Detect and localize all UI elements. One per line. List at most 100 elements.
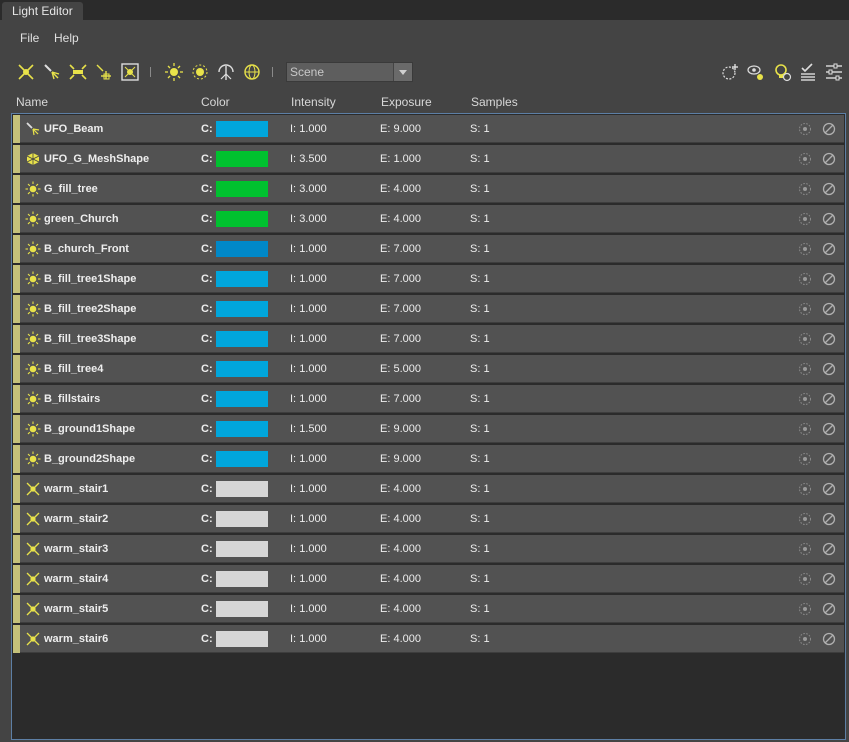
area-light-icon[interactable] bbox=[68, 62, 88, 82]
exposure-field[interactable]: E: 4.000 bbox=[380, 595, 421, 623]
mute-light-icon[interactable] bbox=[821, 391, 837, 407]
light-row[interactable]: UFO_Beam C: I: 1.000 E: 9.000 S: 1 bbox=[13, 115, 844, 143]
samples-field[interactable]: S: 1 bbox=[470, 505, 490, 533]
intensity-field[interactable]: I: 1.000 bbox=[290, 565, 327, 593]
mute-light-icon[interactable] bbox=[821, 541, 837, 557]
light-name[interactable]: B_fill_tree3Shape bbox=[44, 325, 136, 353]
mute-light-icon[interactable] bbox=[821, 601, 837, 617]
light-name[interactable]: B_fill_tree4 bbox=[44, 355, 103, 383]
intensity-field[interactable]: I: 3.000 bbox=[290, 175, 327, 203]
light-row[interactable]: B_fill_tree2Shape C: I: 1.000 E: 7.000 S: 1 bbox=[13, 295, 844, 323]
samples-field[interactable]: S: 1 bbox=[470, 205, 490, 233]
intensity-field[interactable]: I: 1.000 bbox=[290, 475, 327, 503]
samples-field[interactable]: S: 1 bbox=[470, 295, 490, 323]
isolate-light-icon[interactable] bbox=[797, 451, 813, 467]
row-enable-strip[interactable] bbox=[13, 535, 20, 563]
color-swatch[interactable] bbox=[216, 541, 268, 557]
column-intensity-header[interactable]: Intensity bbox=[291, 92, 336, 112]
isolate-light-icon[interactable] bbox=[797, 391, 813, 407]
mute-light-icon[interactable] bbox=[821, 481, 837, 497]
row-enable-strip[interactable] bbox=[13, 565, 20, 593]
light-row[interactable]: B_church_Front C: I: 1.000 E: 7.000 S: 1 bbox=[13, 235, 844, 263]
point-light-icon[interactable] bbox=[164, 62, 184, 82]
intensity-field[interactable]: I: 1.000 bbox=[290, 595, 327, 623]
light-name[interactable]: UFO_Beam bbox=[44, 115, 103, 143]
light-name[interactable]: B_ground2Shape bbox=[44, 445, 135, 473]
samples-field[interactable]: S: 1 bbox=[470, 385, 490, 413]
exposure-field[interactable]: E: 4.000 bbox=[380, 505, 421, 533]
intensity-field[interactable]: I: 1.000 bbox=[290, 295, 327, 323]
color-swatch[interactable] bbox=[216, 571, 268, 587]
isolate-light-icon[interactable] bbox=[797, 121, 813, 137]
row-enable-strip[interactable] bbox=[13, 355, 20, 383]
row-enable-strip[interactable] bbox=[13, 235, 20, 263]
color-swatch[interactable] bbox=[216, 421, 268, 437]
light-name[interactable]: G_fill_tree bbox=[44, 175, 98, 203]
color-swatch[interactable] bbox=[216, 391, 268, 407]
isolate-light-icon[interactable] bbox=[797, 361, 813, 377]
light-name[interactable]: warm_stair2 bbox=[44, 505, 108, 533]
directional-light-icon[interactable] bbox=[16, 62, 36, 82]
exposure-field[interactable]: E: 4.000 bbox=[380, 205, 421, 233]
light-name[interactable]: warm_stair3 bbox=[44, 535, 108, 563]
mute-light-icon[interactable] bbox=[821, 571, 837, 587]
row-enable-strip[interactable] bbox=[13, 625, 20, 653]
mute-light-icon[interactable] bbox=[821, 151, 837, 167]
row-enable-strip[interactable] bbox=[13, 145, 20, 173]
color-swatch[interactable] bbox=[216, 151, 268, 167]
exposure-field[interactable]: E: 9.000 bbox=[380, 115, 421, 143]
row-enable-strip[interactable] bbox=[13, 505, 20, 533]
spot-light-icon[interactable] bbox=[42, 62, 62, 82]
light-name[interactable]: B_fillstairs bbox=[44, 385, 100, 413]
mute-light-icon[interactable] bbox=[821, 511, 837, 527]
column-color-header[interactable]: Color bbox=[201, 92, 230, 112]
exposure-field[interactable]: E: 4.000 bbox=[380, 565, 421, 593]
light-row[interactable]: B_fillstairs C: I: 1.000 E: 7.000 S: 1 bbox=[13, 385, 844, 413]
intensity-field[interactable]: I: 1.000 bbox=[290, 445, 327, 473]
light-row[interactable]: green_Church C: I: 3.000 E: 4.000 S: 1 bbox=[13, 205, 844, 233]
volume-light-icon[interactable] bbox=[94, 62, 114, 82]
row-enable-strip[interactable] bbox=[13, 595, 20, 623]
samples-field[interactable]: S: 1 bbox=[470, 175, 490, 203]
light-name[interactable]: UFO_G_MeshShape bbox=[44, 145, 149, 173]
chevron-down-icon[interactable] bbox=[393, 63, 412, 81]
row-enable-strip[interactable] bbox=[13, 385, 20, 413]
color-swatch[interactable] bbox=[216, 121, 268, 137]
samples-field[interactable]: S: 1 bbox=[470, 415, 490, 443]
isolate-light-icon[interactable] bbox=[797, 241, 813, 257]
samples-field[interactable]: S: 1 bbox=[470, 325, 490, 353]
samples-field[interactable]: S: 1 bbox=[470, 475, 490, 503]
settings-list-icon[interactable] bbox=[824, 62, 844, 82]
light-row[interactable]: B_fill_tree4 C: I: 1.000 E: 5.000 S: 1 bbox=[13, 355, 844, 383]
exposure-field[interactable]: E: 4.000 bbox=[380, 625, 421, 653]
color-swatch[interactable] bbox=[216, 241, 268, 257]
samples-field[interactable]: S: 1 bbox=[470, 565, 490, 593]
exposure-field[interactable]: E: 9.000 bbox=[380, 415, 421, 443]
light-row[interactable]: warm_stair5 C: I: 1.000 E: 4.000 S: 1 bbox=[13, 595, 844, 623]
column-name-header[interactable]: Name bbox=[16, 92, 48, 112]
intensity-field[interactable]: I: 1.000 bbox=[290, 355, 327, 383]
mute-light-icon[interactable] bbox=[821, 181, 837, 197]
scope-dropdown[interactable]: Scene bbox=[286, 62, 413, 82]
exposure-field[interactable]: E: 7.000 bbox=[380, 295, 421, 323]
row-enable-strip[interactable] bbox=[13, 325, 20, 353]
intensity-field[interactable]: I: 3.000 bbox=[290, 205, 327, 233]
row-enable-strip[interactable] bbox=[13, 415, 20, 443]
samples-field[interactable]: S: 1 bbox=[470, 625, 490, 653]
look-through-icon[interactable] bbox=[746, 62, 766, 82]
mute-light-icon[interactable] bbox=[821, 241, 837, 257]
color-swatch[interactable] bbox=[216, 271, 268, 287]
mute-light-icon[interactable] bbox=[821, 121, 837, 137]
column-samples-header[interactable]: Samples bbox=[471, 92, 518, 112]
samples-field[interactable]: S: 1 bbox=[470, 535, 490, 563]
mute-light-icon[interactable] bbox=[821, 421, 837, 437]
intensity-field[interactable]: I: 1.000 bbox=[290, 325, 327, 353]
isolate-light-icon[interactable] bbox=[797, 601, 813, 617]
light-name[interactable]: B_ground1Shape bbox=[44, 415, 135, 443]
light-row[interactable]: UFO_G_MeshShape C: I: 3.500 E: 1.000 S: 1 bbox=[13, 145, 844, 173]
isolate-light-icon[interactable] bbox=[797, 571, 813, 587]
light-row[interactable]: warm_stair3 C: I: 1.000 E: 4.000 S: 1 bbox=[13, 535, 844, 563]
light-row[interactable]: warm_stair1 C: I: 1.000 E: 4.000 S: 1 bbox=[13, 475, 844, 503]
intensity-field[interactable]: I: 1.000 bbox=[290, 235, 327, 263]
color-swatch[interactable] bbox=[216, 181, 268, 197]
